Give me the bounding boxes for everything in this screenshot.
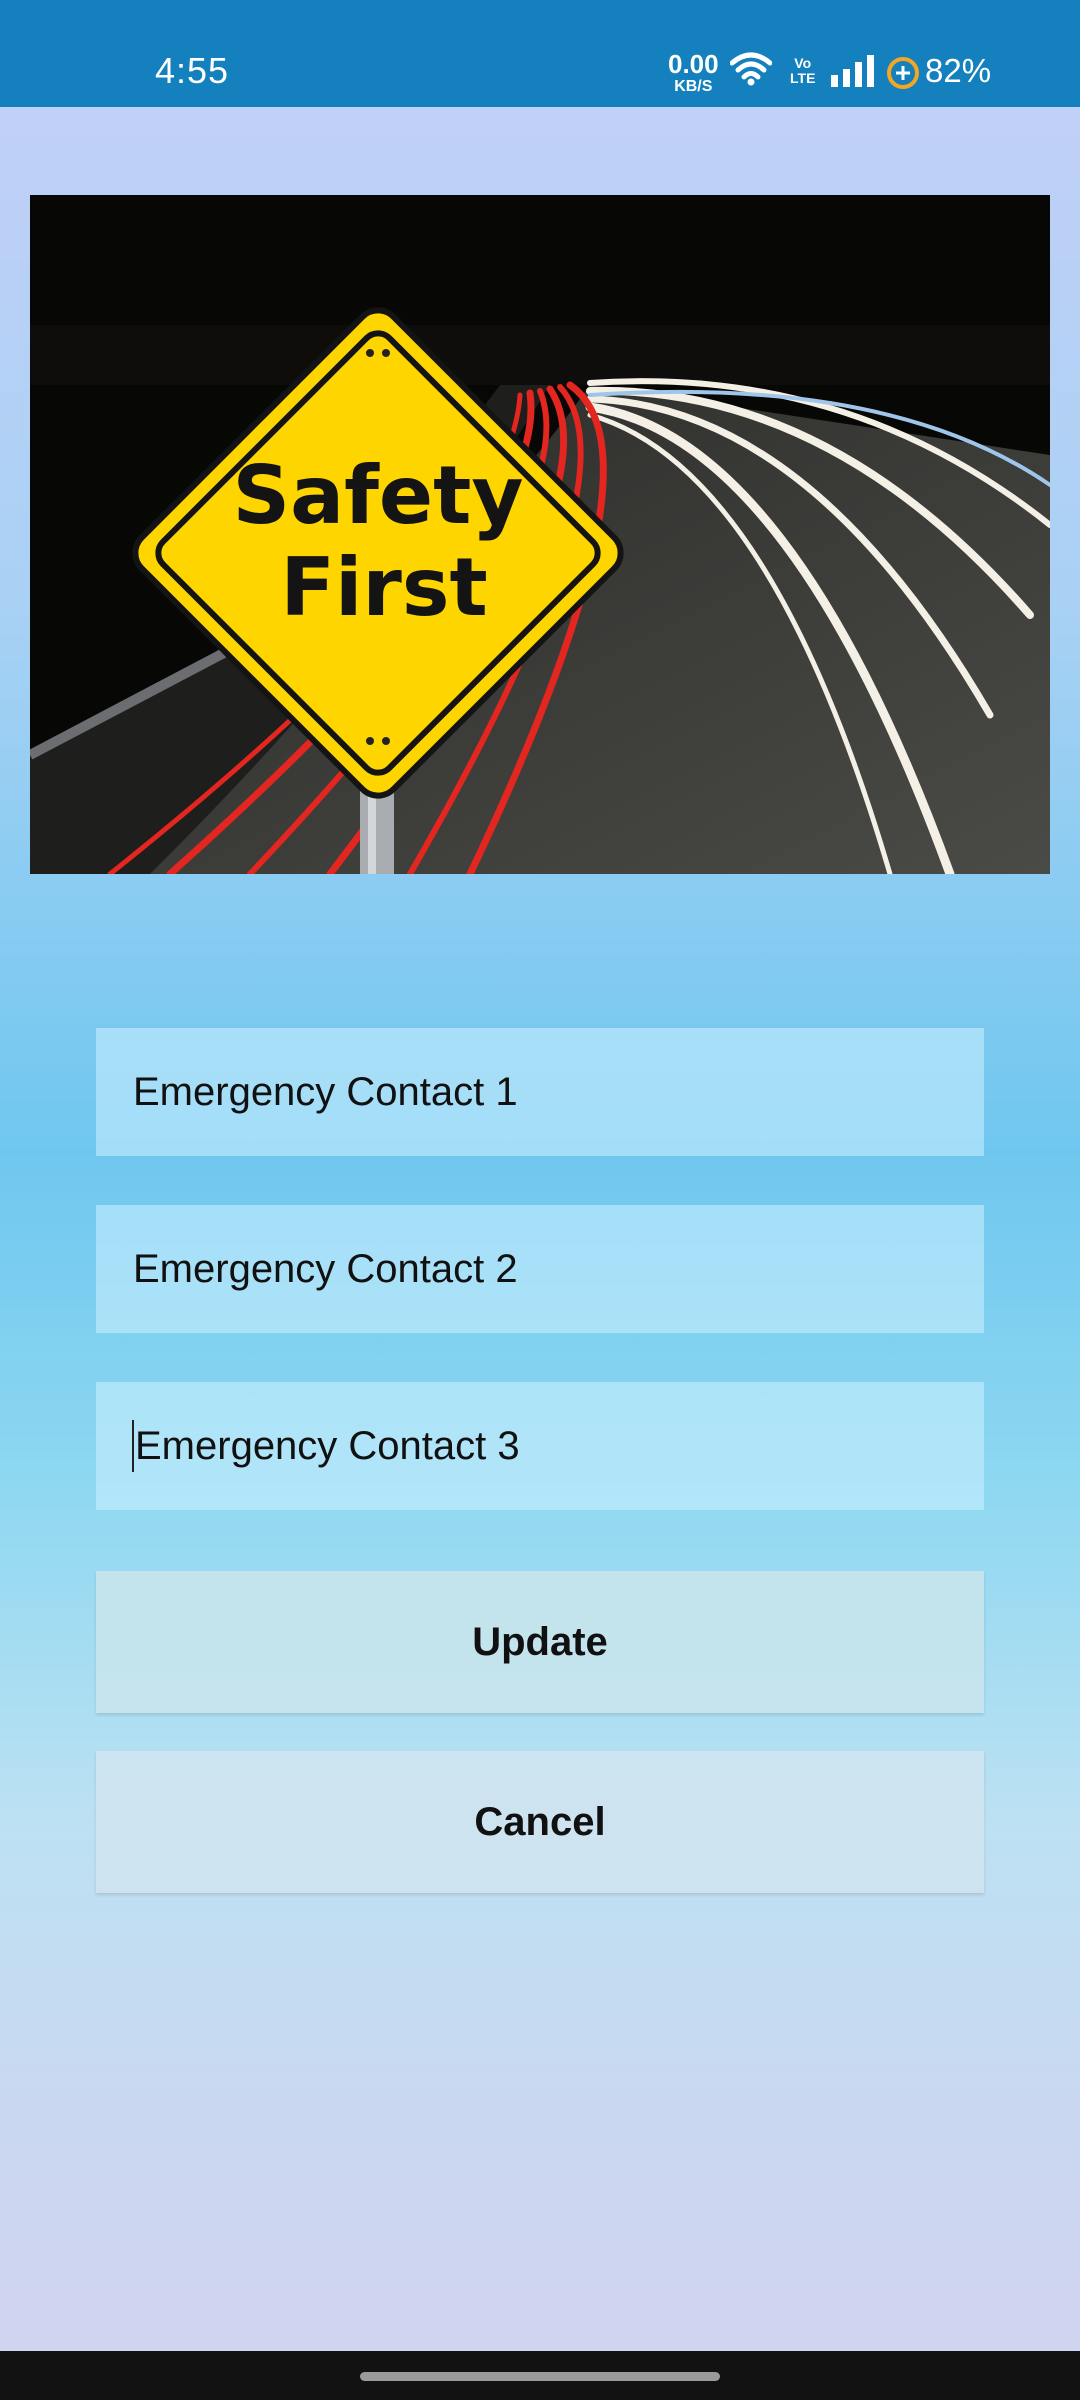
- emergency-contact-2-placeholder: Emergency Contact 2: [133, 1246, 518, 1291]
- status-time: 4:55: [155, 50, 230, 91]
- volte-top: Vo: [794, 55, 812, 71]
- signal-icon: [830, 55, 876, 92]
- status-bar: 4:55 0.00 KB/S Vo LTE 82%: [0, 0, 1080, 107]
- network-speed-value: 0.00: [668, 49, 719, 79]
- battery-percent: 82%: [925, 52, 992, 89]
- emergency-contact-1-input[interactable]: Emergency Contact 1: [96, 1028, 984, 1156]
- emergency-contact-3-input[interactable]: Emergency Contact 3: [96, 1382, 984, 1510]
- home-gesture-handle[interactable]: [360, 2372, 720, 2381]
- network-speed-unit: KB/S: [674, 78, 713, 95]
- network-speed: 0.00 KB/S: [668, 49, 719, 98]
- emergency-contact-1-placeholder: Emergency Contact 1: [133, 1069, 518, 1114]
- cancel-button[interactable]: Cancel: [96, 1751, 984, 1893]
- volte-icon: Vo LTE: [790, 56, 815, 86]
- update-button[interactable]: Update: [96, 1571, 984, 1713]
- wifi-icon: [729, 52, 773, 91]
- safety-banner-image: Safety First: [30, 195, 1050, 874]
- emergency-contact-2-input[interactable]: Emergency Contact 2: [96, 1205, 984, 1333]
- sign-text-line-2: First: [280, 541, 487, 634]
- text-cursor: [132, 1420, 134, 1472]
- emergency-contact-3-placeholder: Emergency Contact 3: [135, 1423, 520, 1468]
- battery-saver-icon: [885, 55, 921, 96]
- sign-text-line-1: Safety: [232, 449, 523, 542]
- volte-bottom: LTE: [790, 70, 816, 86]
